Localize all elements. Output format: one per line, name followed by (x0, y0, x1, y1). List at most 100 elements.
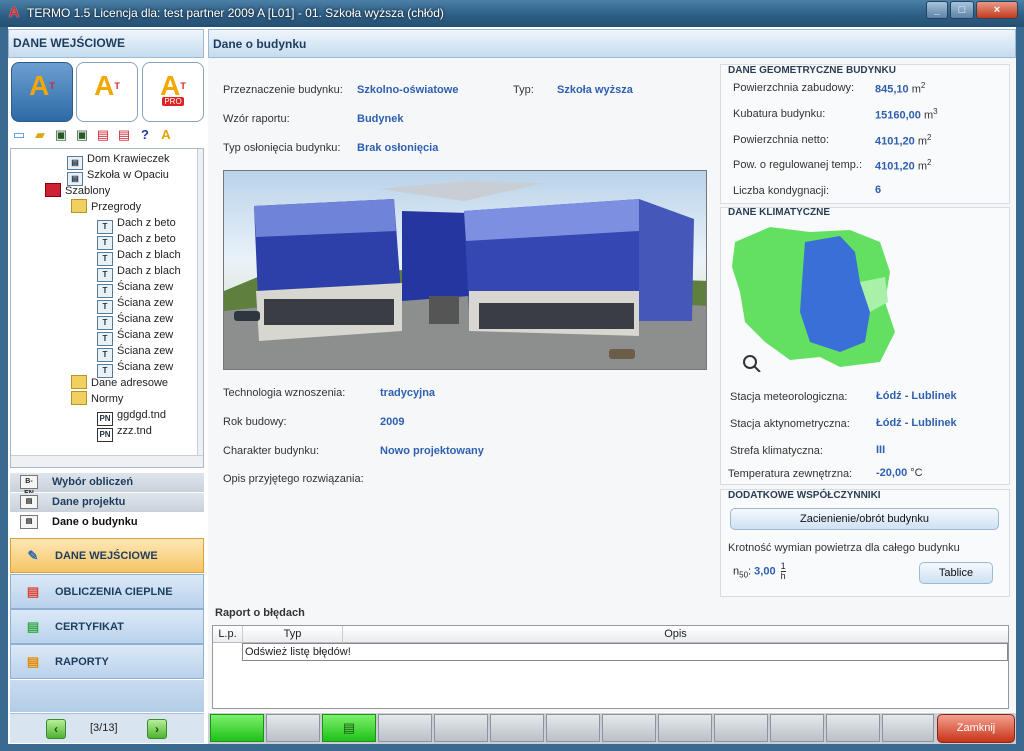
toolbar-slot-6[interactable] (490, 714, 544, 742)
close-window-button[interactable]: × (976, 1, 1018, 19)
geo-value[interactable]: 6 (875, 184, 881, 196)
tree-vertical-scrollbar[interactable] (197, 149, 203, 455)
save-as-icon[interactable]: ▣ (73, 126, 91, 144)
tree-item[interactable]: T Ściana zew (97, 295, 173, 314)
tree-item[interactable]: Dane adresowe (71, 375, 168, 391)
window-title: TERMO 1.5 Licencja dla: test partner 200… (27, 6, 444, 20)
tree-item[interactable]: PN ggdgd.tnd (97, 407, 166, 426)
przeznaczenie-label: Przeznaczenie budynku: (223, 84, 343, 96)
toolbar-slot-9[interactable] (658, 714, 712, 742)
toolbar-slot-4[interactable] (378, 714, 432, 742)
charakter-label: Charakter budynku: (223, 445, 319, 457)
toolbar-slot-11[interactable] (770, 714, 824, 742)
climate-value[interactable]: III (876, 444, 885, 456)
tree-item[interactable]: T Dach z beto (97, 231, 176, 250)
column-header-opis[interactable]: Opis (343, 626, 1008, 643)
pager: ‹ [3/13] › (10, 713, 204, 743)
toolbar-slot-2[interactable] (266, 714, 320, 742)
tree-item[interactable]: Przegrody (71, 199, 141, 215)
tree-item[interactable]: T Dach z beto (97, 215, 176, 234)
project-tree[interactable]: ▤ Dom Krawieczek ▤ Szkoła w Opaciu Szablon… (10, 148, 204, 468)
tree-item[interactable]: T Ściana zew (97, 311, 173, 330)
toolbar-slot-7[interactable] (546, 714, 600, 742)
n50-field[interactable]: n50: 3,00 1h (733, 562, 786, 581)
module-button-pro[interactable]: AT PRO (142, 62, 204, 122)
help-icon[interactable]: ? (136, 126, 154, 144)
reports-icon: ▤ (26, 654, 40, 669)
climate-value[interactable]: Łódź - Lublinek (876, 390, 957, 402)
export-icon[interactable]: ▤ (94, 126, 112, 144)
geo-label: Powierzchnia netto: (733, 134, 829, 146)
geo-value[interactable]: 15160,00 m3 (875, 107, 938, 122)
przeznaczenie-value[interactable]: Szkolno-oświatowe (357, 84, 458, 96)
toolbar-slot-1[interactable] (210, 714, 264, 742)
geo-label: Liczba kondygnacji: (733, 185, 830, 197)
subnav-dane-o-budynku[interactable]: ▤ Dane o budynku (10, 513, 204, 532)
b-en-icon: B-EN (20, 475, 38, 497)
climate-value[interactable]: -20,00 °C (876, 467, 923, 479)
toolbar-slot-13[interactable] (882, 714, 934, 742)
tree-horizontal-scrollbar[interactable] (11, 455, 203, 467)
nav-obliczenia-cieplne[interactable]: ▤ OBLICZENIA CIEPLNE (10, 574, 204, 609)
shading-rotation-button[interactable]: Zacienienie/obrót budynku (730, 508, 999, 530)
new-icon[interactable]: ▭ (10, 126, 28, 144)
tree-item[interactable]: ▤ Szkoła w Opaciu (67, 167, 169, 186)
geo-label: Powierzchnia zabudowy: (733, 82, 855, 94)
error-table[interactable]: L.p. Typ Opis (212, 625, 1009, 709)
document-icon[interactable]: ▤ (322, 714, 376, 742)
nav-raporty[interactable]: ▤ RAPORTY (10, 644, 204, 679)
prev-page-button[interactable]: ‹ (46, 719, 66, 739)
subnav-dane-projektu[interactable]: ▤ Dane projektu (10, 493, 204, 512)
climate-value[interactable]: Łódź - Lublinek (876, 417, 957, 429)
nav-certyfikat[interactable]: ▤ CERTYFIKAT (10, 609, 204, 644)
title-bar: A TERMO 1.5 Licencja dla: test partner 2… (0, 0, 1024, 27)
pn-icon: PN (97, 428, 113, 442)
technologia-value[interactable]: tradycyjna (380, 387, 435, 399)
app-icon[interactable]: A (157, 126, 175, 144)
tree-item[interactable]: Szablony (45, 183, 110, 199)
refresh-errors-row[interactable]: Odśwież listę błędów! (242, 643, 1008, 661)
building-photo[interactable] (223, 170, 707, 370)
tree-item[interactable]: PN zzz.tnd (97, 423, 152, 442)
open-folder-icon[interactable]: ▰ (31, 126, 49, 144)
charakter-value[interactable]: Nowo projektowany (380, 445, 484, 457)
climate-zone-map[interactable] (730, 222, 900, 373)
oslona-value[interactable]: Brak osłonięcia (357, 142, 438, 154)
tree-item[interactable]: Normy (71, 391, 123, 407)
nav-dane-wejsciowe[interactable]: ✎ DANE WEJŚCIOWE (10, 538, 204, 573)
tree-item[interactable]: T Dach z blach (97, 247, 181, 266)
module-button-2[interactable]: AT (76, 62, 138, 122)
typ-value[interactable]: Szkoła wyższa (557, 84, 633, 96)
save-icon[interactable]: ▣ (52, 126, 70, 144)
next-page-button[interactable]: › (147, 719, 167, 739)
climate-group-title: DANE KLIMATYCZNE (728, 207, 831, 218)
tree-item[interactable]: T Ściana zew (97, 327, 173, 346)
toolbar-slot-8[interactable] (602, 714, 656, 742)
tree-item[interactable]: T Ściana zew (97, 343, 173, 362)
poland-map-image (732, 227, 895, 373)
geo-value[interactable]: 4101,20 m2 (875, 158, 931, 173)
tree-item[interactable]: T Ściana zew (97, 279, 173, 298)
oslona-label: Typ osłonięcia budynku: (223, 142, 341, 154)
toolbar-slot-5[interactable] (434, 714, 488, 742)
tree-item[interactable]: T Dach z blach (97, 263, 181, 282)
close-button[interactable]: Zamknij (937, 714, 1015, 743)
column-header-lp[interactable]: L.p. (213, 626, 243, 643)
subnav-wybor-obliczen[interactable]: B-ENWybór obliczeń (10, 473, 204, 497)
toolbar-slot-10[interactable] (714, 714, 768, 742)
window-frame-right (1016, 27, 1024, 751)
rok-budowy-value[interactable]: 2009 (380, 416, 404, 428)
geo-value[interactable]: 4101,20 m2 (875, 133, 931, 148)
geo-value[interactable]: 845,10 m2 (875, 81, 925, 96)
wzor-raportu-value[interactable]: Budynek (357, 113, 403, 125)
maximize-button[interactable]: □ (950, 1, 974, 19)
climate-label: Temperatura zewnętrzna: (728, 468, 853, 480)
import-icon[interactable]: ▤ (115, 126, 133, 144)
tables-button[interactable]: Tablice (919, 562, 993, 584)
module-button-1[interactable]: AT (11, 62, 73, 122)
tree-item[interactable]: ▤ Dom Krawieczek (67, 151, 170, 170)
minimize-button[interactable]: _ (926, 1, 948, 19)
toolbar-slot-12[interactable] (826, 714, 880, 742)
tree-item[interactable]: T Ściana zew (97, 359, 173, 378)
column-header-typ[interactable]: Typ (243, 626, 343, 643)
